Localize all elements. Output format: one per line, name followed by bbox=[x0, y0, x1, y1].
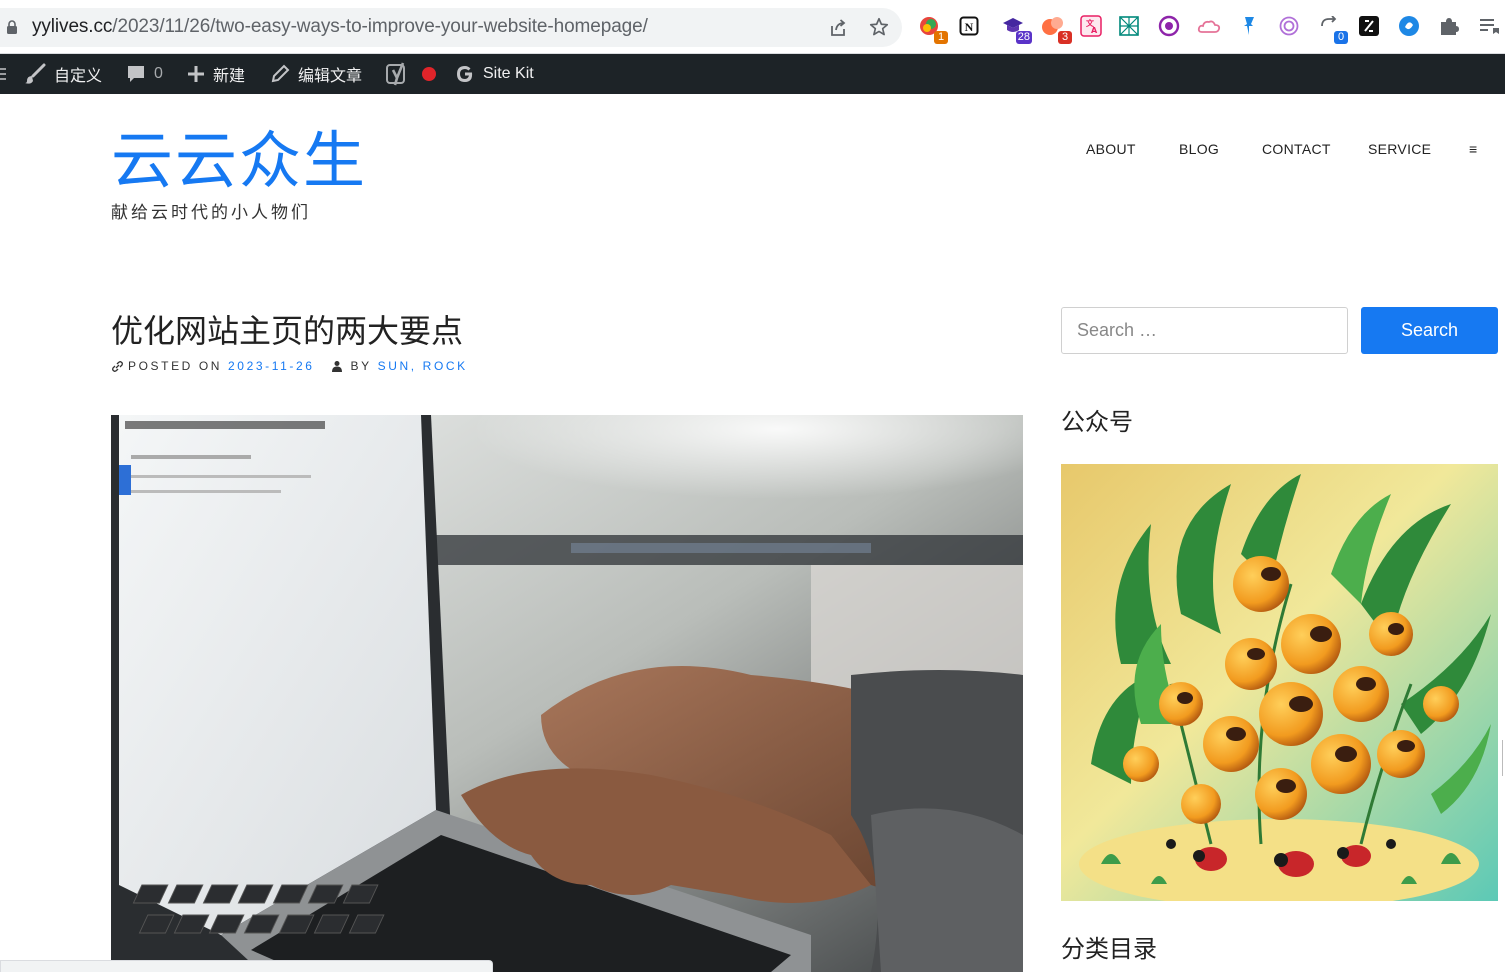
admin-bar-site-kit[interactable]: Site Kit bbox=[455, 54, 534, 94]
paintbrush-icon bbox=[25, 63, 46, 84]
pencil-icon bbox=[271, 64, 290, 83]
extension-badge: 1 bbox=[934, 31, 948, 44]
admin-bar-edit-post[interactable]: 编辑文章 bbox=[270, 54, 362, 94]
nav-contact[interactable]: CONTACT bbox=[1262, 141, 1331, 157]
yoast-icon bbox=[386, 62, 405, 86]
graduation-cap-icon[interactable]: 28 bbox=[1000, 12, 1032, 44]
teal-grid-icon[interactable] bbox=[1116, 12, 1142, 40]
url-path: /2023/11/26/two-easy-ways-to-improve-you… bbox=[112, 16, 648, 37]
post-meta: POSTED ON 2023-11-26 BY SUN, ROCK bbox=[111, 359, 468, 373]
post-date-link[interactable]: 2023-11-26 bbox=[228, 359, 315, 373]
share-icon[interactable] bbox=[828, 18, 848, 38]
google-g-icon bbox=[457, 66, 473, 82]
puzzle-icon[interactable] bbox=[1436, 12, 1462, 40]
post-title: 优化网站主页的两大要点 bbox=[111, 313, 464, 349]
nav-menu-toggle[interactable]: ≡ bbox=[1469, 141, 1477, 157]
translate-icon[interactable]: 文A bbox=[1078, 12, 1104, 40]
nav-blog[interactable]: BLOG bbox=[1179, 141, 1219, 157]
comments-count: 0 bbox=[154, 65, 163, 82]
notion-icon[interactable]: N bbox=[956, 12, 982, 40]
reading-list-icon[interactable] bbox=[1476, 12, 1502, 40]
svg-text:N: N bbox=[965, 20, 974, 34]
comment-bubble-icon bbox=[128, 66, 144, 82]
extension-badge: 28 bbox=[1015, 31, 1032, 44]
plus-icon bbox=[188, 66, 204, 82]
post-author-link[interactable]: SUN, ROCK bbox=[378, 359, 468, 373]
address-bar[interactable]: yylives.cc/2023/11/26/two-easy-ways-to-i… bbox=[0, 8, 902, 47]
featured-image-laptop-typing bbox=[111, 415, 1023, 972]
colorful-circle-extension-icon[interactable]: 1 bbox=[916, 12, 948, 44]
nav-about[interactable]: ABOUT bbox=[1086, 141, 1136, 157]
site-kit-label: Site Kit bbox=[483, 65, 534, 82]
openai-icon[interactable] bbox=[1276, 12, 1302, 40]
admin-bar-comments[interactable]: 0 bbox=[126, 54, 163, 94]
wp-admin-bar: 自定义 0 新建 编辑文章 Site Kit bbox=[0, 54, 1505, 94]
sync-icon[interactable]: 0 bbox=[1316, 12, 1348, 44]
browser-toolbar: yylives.cc/2023/11/26/two-easy-ways-to-i… bbox=[0, 0, 1505, 54]
nav-service[interactable]: SERVICE bbox=[1368, 141, 1431, 157]
customize-label: 自定义 bbox=[54, 68, 103, 85]
wechat-qr-illustration-image bbox=[1061, 464, 1498, 901]
widget-title-wechat: 公众号 bbox=[1061, 409, 1133, 436]
extension-badge: 3 bbox=[1058, 31, 1072, 44]
admin-bar-customize[interactable]: 自定义 bbox=[24, 54, 102, 94]
pink-cloud-icon[interactable] bbox=[1196, 12, 1222, 40]
blue-circle-icon[interactable] bbox=[1396, 12, 1422, 40]
bookmark-star-icon[interactable] bbox=[868, 16, 890, 38]
admin-menu-toggle[interactable] bbox=[0, 54, 14, 94]
blue-pin-icon[interactable] bbox=[1236, 12, 1262, 40]
svg-text:A: A bbox=[1091, 26, 1098, 35]
dark-square-icon[interactable] bbox=[1356, 12, 1382, 40]
search-input[interactable] bbox=[1061, 307, 1348, 354]
lock-icon[interactable] bbox=[6, 20, 18, 34]
link-icon bbox=[112, 360, 123, 372]
edit-post-label: 编辑文章 bbox=[298, 68, 363, 85]
url-text[interactable]: yylives.cc/2023/11/26/two-easy-ways-to-i… bbox=[32, 16, 648, 38]
seo-status-dot-icon bbox=[422, 67, 436, 81]
site-title[interactable]: 云云众生 bbox=[111, 124, 367, 198]
posted-on-label: POSTED ON bbox=[128, 359, 223, 373]
browser-status-bubble bbox=[0, 960, 493, 972]
site-tagline: 献给云时代的小人物们 bbox=[111, 203, 311, 222]
orange-bubbles-icon[interactable]: 3 bbox=[1040, 12, 1072, 44]
purple-circle-icon[interactable] bbox=[1156, 12, 1182, 40]
extension-badge: 0 bbox=[1334, 31, 1348, 44]
admin-bar-new[interactable]: 新建 bbox=[187, 54, 245, 94]
by-label: BY bbox=[350, 359, 372, 373]
widget-title-categories: 分类目录 bbox=[1061, 936, 1157, 963]
url-host: yylives.cc bbox=[32, 16, 113, 37]
author-icon bbox=[331, 361, 342, 372]
search-button[interactable]: Search bbox=[1361, 307, 1498, 354]
new-label: 新建 bbox=[213, 68, 246, 85]
admin-bar-yoast[interactable] bbox=[386, 54, 444, 94]
